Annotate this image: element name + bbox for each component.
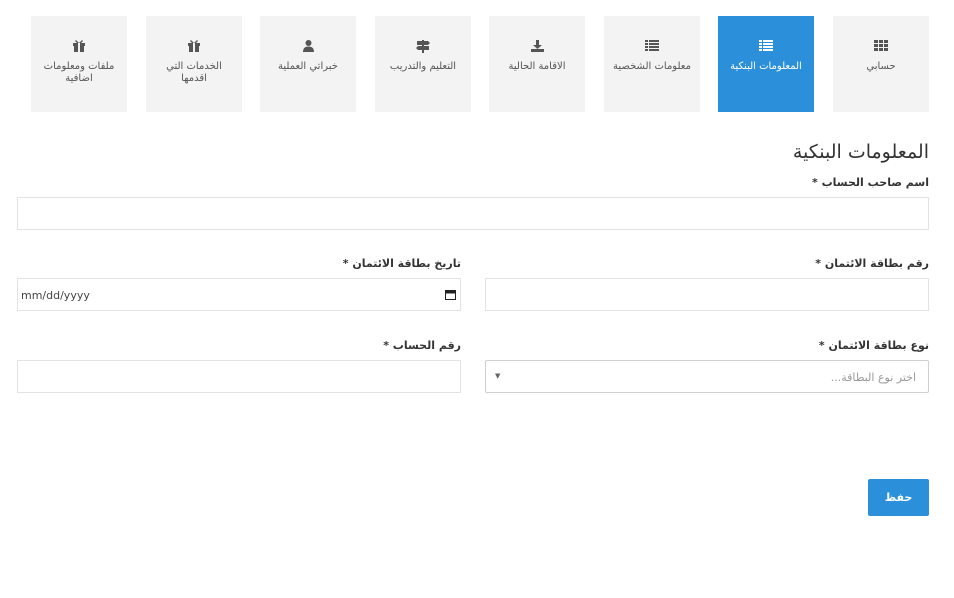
calendar-icon[interactable] [445, 289, 456, 303]
tab-label: المعلومات البنكية [730, 61, 802, 72]
select-placeholder: اختر نوع البطاقة... [830, 371, 916, 384]
list-icon [718, 40, 814, 54]
card-number-label: رقم بطاقة الائتمان * [815, 257, 929, 270]
chevron-down-icon: ▼ [495, 372, 501, 380]
card-date-label: تاريخ بطاقة الائتمان * [342, 257, 461, 270]
tab-label: خبراتي العملية [278, 61, 338, 72]
user-icon [260, 40, 356, 54]
account-number-input[interactable] [17, 360, 461, 393]
account-holder-input[interactable] [17, 197, 929, 230]
grid-icon [833, 40, 929, 54]
account-number-label: رقم الحساب * [383, 339, 461, 352]
save-button[interactable]: حفظ [868, 479, 929, 516]
tab-label: معلومات الشخصية [613, 61, 691, 72]
tab-label: ملفات ومعلومات اضافية [43, 61, 115, 84]
card-type-select[interactable]: اختر نوع البطاقة... ▼ [485, 360, 929, 393]
tab-label: حسابي [866, 61, 896, 72]
profile-tabs: حسابي المعلومات البنكية معلومات الشخصية [0, 16, 954, 112]
tab-label: التعليم والتدريب [389, 61, 457, 72]
card-number-input[interactable] [485, 278, 929, 311]
tab-label: الاقامة الحالية [508, 61, 566, 72]
tab-services[interactable]: الخدمات التي اقدمها [146, 16, 242, 112]
tab-current-residence[interactable]: الاقامة الحالية [489, 16, 585, 112]
card-type-label: نوع بطاقة الائتمان * [818, 339, 929, 352]
gift-icon [31, 40, 127, 54]
signpost-icon [375, 40, 471, 54]
gift-icon [146, 40, 242, 54]
tab-my-account[interactable]: حسابي [833, 16, 929, 112]
tab-work-experience[interactable]: خبراتي العملية [260, 16, 356, 112]
account-holder-label: اسم صاحب الحساب * [812, 176, 929, 189]
download-icon [489, 40, 585, 54]
tab-label: الخدمات التي اقدمها [166, 61, 222, 84]
card-date-input[interactable]: mm/dd/yyyy [17, 278, 461, 311]
tab-extra-files[interactable]: ملفات ومعلومات اضافية [31, 16, 127, 112]
tab-bank-info[interactable]: المعلومات البنكية [718, 16, 814, 112]
tab-personal-info[interactable]: معلومات الشخصية [604, 16, 700, 112]
list-icon [604, 40, 700, 54]
tab-education[interactable]: التعليم والتدريب [375, 16, 471, 112]
page-title: المعلومات البنكية [792, 141, 929, 163]
date-placeholder: mm/dd/yyyy [21, 289, 90, 302]
